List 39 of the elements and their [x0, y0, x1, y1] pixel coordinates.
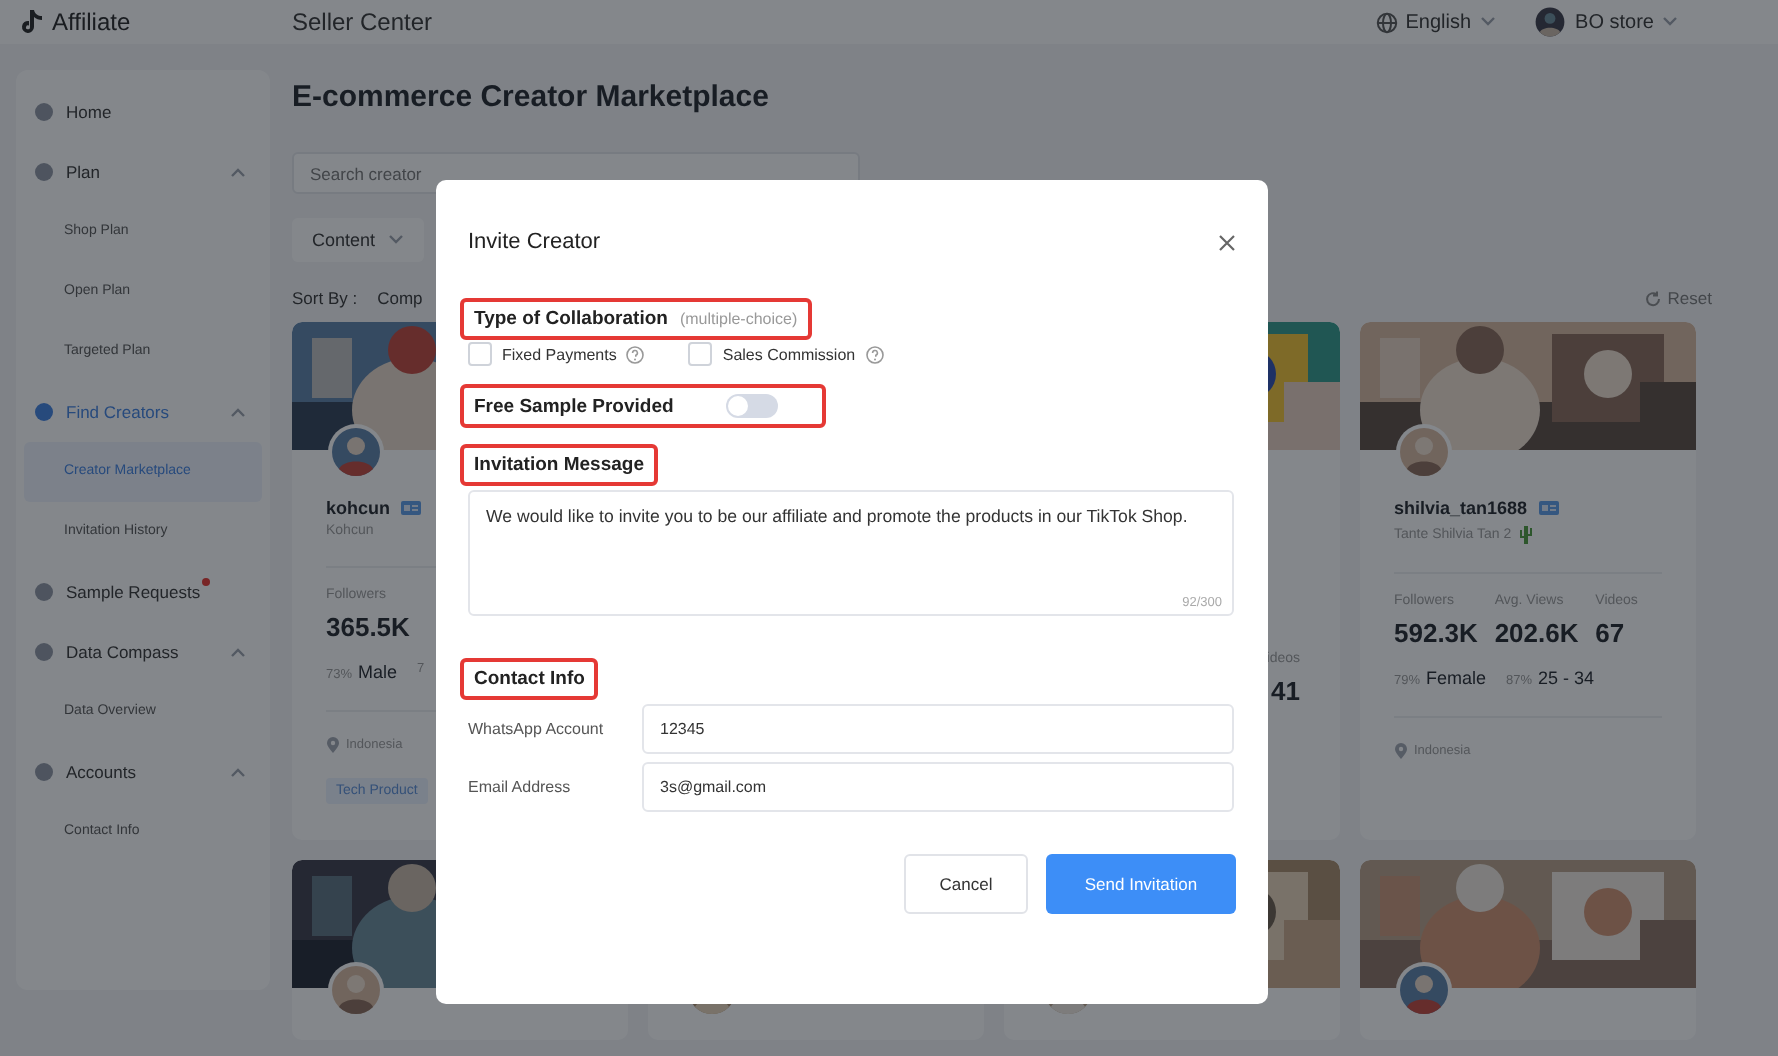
sidebar-item[interactable]: Accounts [24, 742, 262, 802]
creator-name: shilvia_tan1688 [1394, 498, 1528, 518]
section-label: Free Sample Provided [474, 395, 674, 417]
section-label: Invitation Message [474, 454, 644, 476]
page-title: E-commerce Creator Marketplace [292, 80, 771, 118]
send-button[interactable]: Send Invitation [1046, 854, 1236, 914]
language-selector[interactable]: English [1375, 4, 1496, 40]
stat-value: 365.5K [326, 612, 410, 642]
field-label: WhatsApp Account [468, 720, 606, 738]
input-field[interactable]: 12345 [642, 704, 1234, 754]
stat-value: 592.3K [1394, 618, 1478, 648]
stat-value: 202.6K [1494, 618, 1579, 648]
section-hint: (multiple-choice) [679, 310, 798, 328]
sort-option[interactable]: Comp [377, 288, 423, 308]
header-title: Seller Center [292, 8, 433, 36]
sidebar-item[interactable]: Data Compass [24, 622, 262, 682]
account-menu[interactable]: BO store [1531, 4, 1678, 40]
reset-button[interactable]: Reset [1643, 288, 1712, 308]
dialog-title: Invite Creator [468, 230, 601, 254]
option-label: Sales Commission [722, 345, 856, 363]
logo-text: Affiliate [52, 8, 131, 36]
creator-name: kohcun [326, 498, 391, 518]
section-label: Type of Collaboration [474, 308, 668, 330]
sidebar-item[interactable]: Home [24, 82, 262, 142]
audience-label: Male [358, 662, 398, 682]
sort-label: Sort By : [292, 288, 358, 308]
stat-value: 41 [1271, 676, 1300, 706]
sidebar-item[interactable]: Find Creators [24, 382, 262, 442]
option-label: Fixed Payments [502, 345, 617, 363]
input-field[interactable]: 3s@gmail.com [642, 762, 1234, 812]
audience-label: 25 - 34 [1538, 668, 1595, 688]
cancel-button[interactable]: Cancel [904, 854, 1028, 914]
stat-value: 67 [1595, 618, 1625, 648]
audience-label: Female [1426, 668, 1487, 688]
filter-dropdown[interactable]: Content [292, 218, 424, 262]
sidebar-item[interactable]: Sample Requests [24, 562, 262, 622]
sidebar-item[interactable]: Plan [24, 142, 262, 202]
field-label: Email Address [468, 778, 573, 796]
section-label: Contact Info [474, 668, 585, 690]
